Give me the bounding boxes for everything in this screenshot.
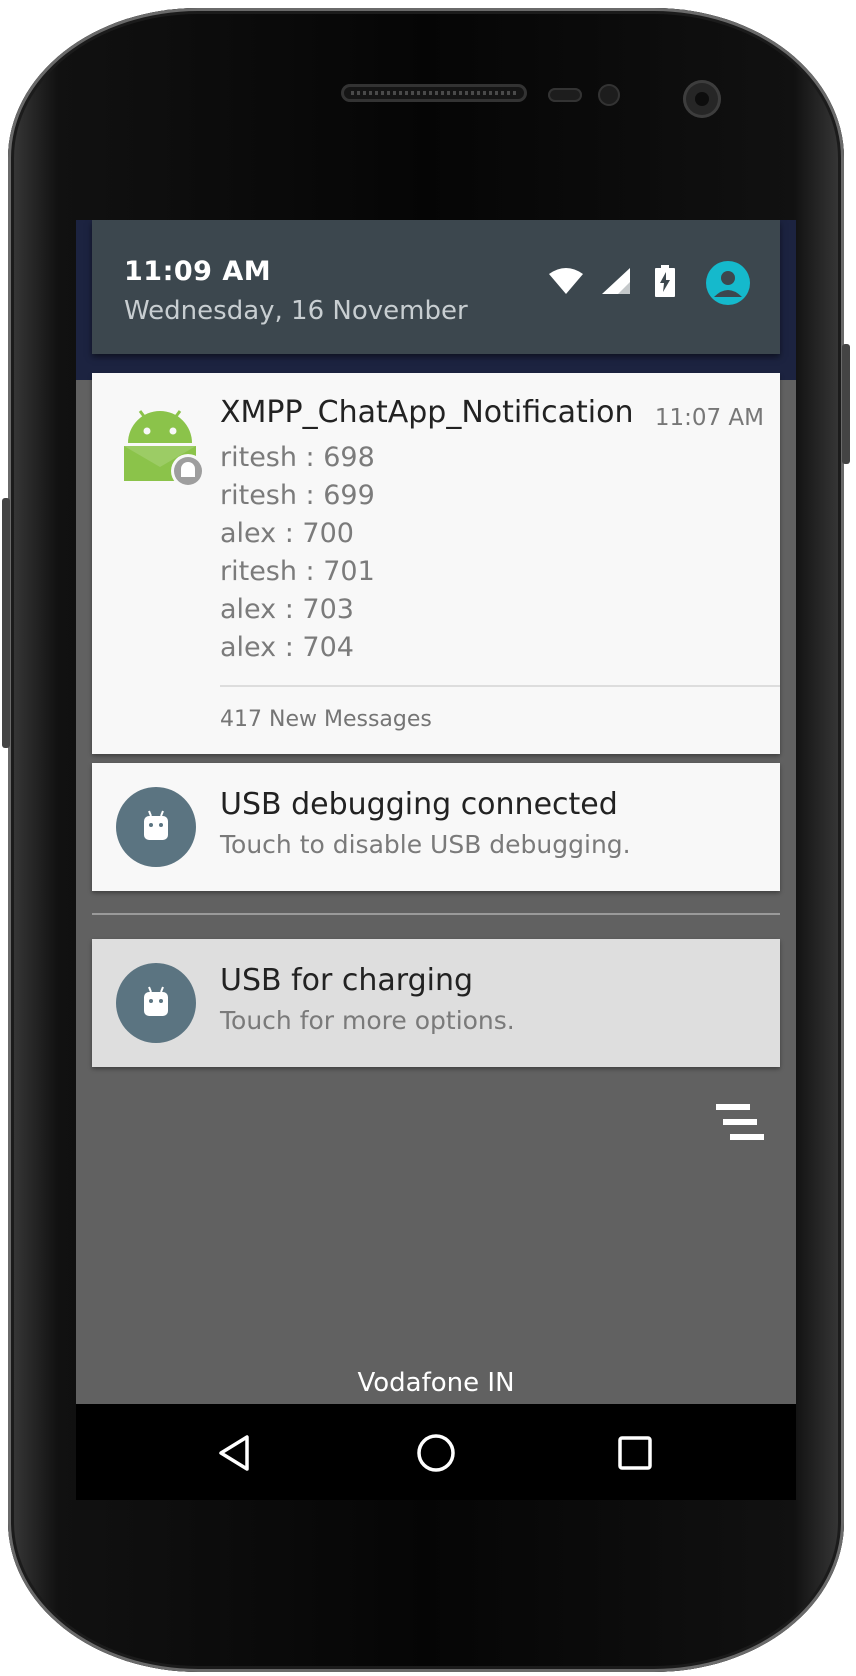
notification-divider xyxy=(92,913,780,915)
usb-charging-title: USB for charging xyxy=(220,963,474,998)
notification-app-title: XMPP_ChatApp_Notification xyxy=(220,395,634,430)
list-item: alex : 700 xyxy=(220,518,354,549)
android-robot-icon xyxy=(116,787,196,867)
navigation-bar xyxy=(76,1404,796,1500)
list-item: alex : 703 xyxy=(220,594,354,625)
date-label: Wednesday, 16 November xyxy=(124,296,468,326)
notification-time: 11:07 AM xyxy=(654,405,764,431)
status-icons xyxy=(532,258,750,308)
carrier-label: Vodafone IN xyxy=(357,1368,515,1398)
usb-debug-title: USB debugging connected xyxy=(220,787,618,822)
battery-charging-icon xyxy=(654,265,676,301)
list-item: ritesh : 698 xyxy=(220,442,375,473)
message-list: ritesh : 698 ritesh : 699 alex : 700 rit… xyxy=(220,439,375,667)
clock: 11:09 AM xyxy=(124,256,272,287)
xmpp-notification[interactable]: XMPP_ChatApp_Notification 11:07 AM rites… xyxy=(92,373,780,754)
usb-charging-text: Touch for more options. xyxy=(220,1006,515,1035)
quick-settings-header[interactable]: 11:09 AM Wednesday, 16 November xyxy=(92,220,780,354)
list-item: ritesh : 701 xyxy=(220,556,375,587)
notification-shade: 11:09 AM Wednesday, 16 November XMPP_Cha… xyxy=(76,220,796,1500)
list-item: alex : 704 xyxy=(220,632,354,663)
back-button[interactable] xyxy=(212,1428,262,1478)
light-sensor xyxy=(598,84,620,106)
android-app-icon xyxy=(122,401,205,488)
wifi-icon xyxy=(548,266,584,300)
user-avatar-icon[interactable] xyxy=(706,261,750,305)
usb-charging-notification[interactable]: USB for charging Touch for more options. xyxy=(92,939,780,1067)
front-camera xyxy=(683,80,721,118)
proximity-sensor xyxy=(548,88,582,102)
power-button xyxy=(842,344,850,464)
usb-debug-text: Touch to disable USB debugging. xyxy=(220,830,631,859)
message-summary: 417 New Messages xyxy=(220,707,432,732)
clear-all-icon[interactable] xyxy=(716,1102,764,1142)
phone-frame: 11:09 AM Wednesday, 16 November XMPP_Cha… xyxy=(2,8,850,1672)
home-button[interactable] xyxy=(411,1428,461,1478)
usb-debugging-notification[interactable]: USB debugging connected Touch to disable… xyxy=(92,763,780,891)
cell-signal-icon xyxy=(600,266,632,300)
earpiece-speaker xyxy=(341,84,527,102)
recents-button[interactable] xyxy=(610,1428,660,1478)
list-item: ritesh : 699 xyxy=(220,480,375,511)
android-robot-icon xyxy=(116,963,196,1043)
divider xyxy=(220,685,780,687)
volume-button xyxy=(2,498,10,748)
